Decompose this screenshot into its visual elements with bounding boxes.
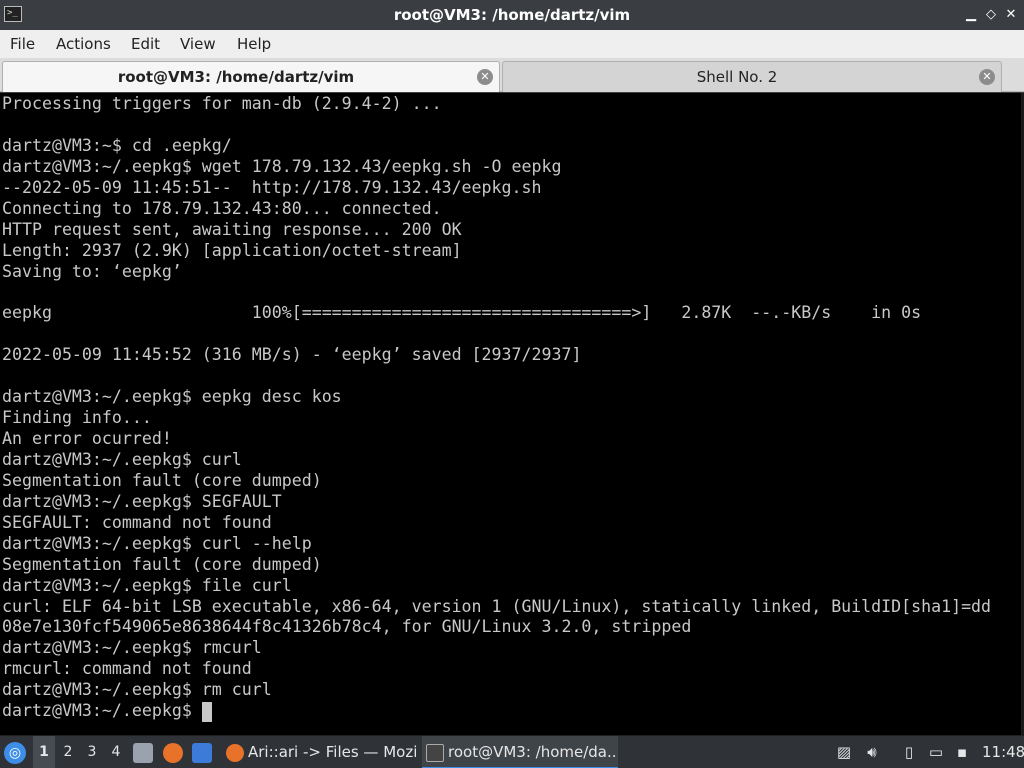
desktop-launcher[interactable] (192, 736, 216, 768)
menu-file[interactable]: File (10, 30, 35, 58)
close-button[interactable]: ✕ (1002, 6, 1020, 24)
minimize-button[interactable]: ▁ (962, 6, 980, 24)
terminal-line: HTTP request sent, awaiting response... … (2, 219, 462, 239)
menu-view[interactable]: View (180, 30, 216, 58)
terminal-line: 2022-05-09 11:45:52 (316 MB/s) - ‘eepkg’… (2, 345, 582, 365)
firefox-launcher[interactable] (163, 736, 187, 768)
menu-bar: File Actions Edit View Help (0, 30, 1024, 58)
tab-label: Shell No. 2 (696, 68, 778, 86)
tray-volume[interactable]: 🔊︎ (860, 736, 884, 768)
tab-close-icon[interactable]: ✕ (477, 69, 493, 85)
menu-actions[interactable]: Actions (56, 30, 111, 58)
tab-label: root@VM3: /home/dartz/vim (117, 68, 355, 86)
terminal-output: Processing triggers for man-db (2.9.4-2)… (2, 94, 1020, 722)
terminal-line: --2022-05-09 11:45:51-- http://178.79.13… (2, 177, 542, 197)
terminal-line: Saving to: ‘eepkg’ (2, 261, 182, 281)
terminal-line: rmcurl: command not found (2, 659, 252, 679)
terminal-line: Processing triggers for man-db (2.9.4-2)… (2, 94, 442, 113)
window-titlebar: >_ root@VM3: /home/dartz/vim ▁ ◇ ✕ (0, 0, 1024, 30)
tab-close-icon[interactable]: ✕ (979, 69, 995, 85)
terminal-line: 08e7e130fcf549065e8638644f8c41326b78c4, … (2, 617, 692, 637)
terminal-line: Connecting to 178.79.132.43:80... connec… (2, 198, 442, 218)
window-title: root@VM3: /home/dartz/vim (393, 6, 631, 24)
start-menu-button[interactable]: ◎ (4, 736, 30, 768)
task-label: root@VM3: /home/da... (448, 743, 618, 761)
terminal-line: dartz@VM3:~/.eepkg$ wget 178.79.132.43/e… (2, 156, 562, 176)
workspace-2[interactable]: 2 (57, 736, 79, 768)
terminal-line: An error ocurred! (2, 429, 172, 448)
workspace-4[interactable]: 4 (105, 736, 127, 768)
taskbar: ◎ 1 2 3 4 Ari::ari -> Files — Mozi... ro… (0, 735, 1024, 768)
tab-shell-2[interactable]: Shell No. 2 ✕ (502, 61, 1002, 92)
terminal-line: Length: 2937 (2.9K) [application/octet-s… (2, 240, 462, 260)
show-desktop-icon (192, 743, 212, 763)
menu-help[interactable]: Help (237, 30, 271, 58)
terminal-line: dartz@VM3:~$ cd .eepkg/ (2, 135, 232, 155)
terminal-line: dartz@VM3:~/.eepkg$ rmcurl (2, 638, 262, 658)
clipboard-icon: ▯ (904, 743, 914, 761)
terminal-line: dartz@VM3:~/.eepkg$ (2, 701, 202, 721)
terminal-line: Segmentation fault (core dumped) (2, 554, 322, 574)
tray-network[interactable]: ▨ (832, 736, 856, 768)
terminal-line: dartz@VM3:~/.eepkg$ curl (2, 449, 242, 469)
workspace-3[interactable]: 3 (81, 736, 103, 768)
tab-root-vm3[interactable]: root@VM3: /home/dartz/vim ✕ (2, 61, 500, 92)
file-manager-icon (133, 743, 153, 763)
terminal-line: dartz@VM3:~/.eepkg$ rm curl (2, 680, 272, 700)
terminal-line: Finding info... (2, 408, 152, 428)
terminal-view[interactable]: Processing triggers for man-db (2.9.4-2)… (0, 93, 1024, 735)
terminal-line: SEGFAULT: command not found (2, 512, 272, 532)
terminal-line: dartz@VM3:~/.eepkg$ eepkg desc kos (2, 387, 342, 407)
menu-edit[interactable]: Edit (131, 30, 160, 58)
updates-icon: ▪ (956, 743, 968, 761)
terminal-line: dartz@VM3:~/.eepkg$ curl --help (2, 533, 312, 553)
terminal-cursor (201, 702, 212, 723)
files-launcher[interactable] (133, 736, 157, 768)
task-terminal[interactable]: root@VM3: /home/da... (422, 736, 618, 768)
terminal-line: Segmentation fault (core dumped) (2, 470, 322, 490)
task-label: Ari::ari -> Files — Mozi... (248, 743, 418, 761)
tray-display[interactable]: ▭ (924, 736, 948, 768)
display-icon: ▭ (928, 743, 944, 761)
firefox-icon (163, 743, 183, 763)
restore-button[interactable]: ◇ (982, 6, 1000, 24)
tab-bar: root@VM3: /home/dartz/vim ✕ Shell No. 2 … (0, 58, 1024, 92)
volume-icon: 🔊︎ (867, 743, 877, 761)
terminal-line: dartz@VM3:~/.eepkg$ file curl (2, 575, 292, 595)
firefox-icon (226, 744, 244, 762)
terminal-line: dartz@VM3:~/.eepkg$ SEGFAULT (2, 491, 282, 511)
tray-updates[interactable]: ▪ (950, 736, 974, 768)
terminal-icon (426, 744, 444, 762)
network-icon: ▨ (836, 743, 852, 761)
task-firefox[interactable]: Ari::ari -> Files — Mozi... (222, 736, 418, 768)
tray-clipboard[interactable]: ▯ (897, 736, 921, 768)
workspace-1[interactable]: 1 (33, 736, 55, 768)
clock[interactable]: 11:48 (982, 736, 1024, 768)
terminal-line: curl: ELF 64-bit LSB executable, x86-64,… (2, 596, 992, 616)
distro-logo-icon: ◎ (4, 742, 26, 764)
terminal-line: eepkg 100%[=============================… (2, 303, 922, 323)
